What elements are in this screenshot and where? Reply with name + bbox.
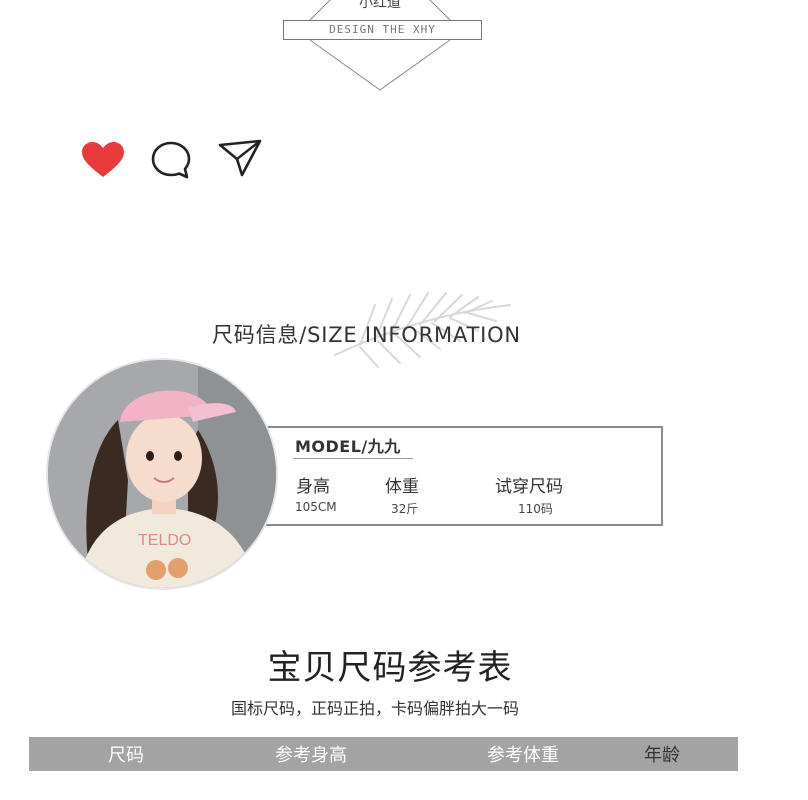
model-label: MODEL/九九 [295, 437, 401, 456]
column-header-height: 参考身高 [275, 745, 347, 766]
brand-tagline: DESIGN THE XHY [283, 20, 482, 40]
spec-weight-label: 体重 [385, 477, 419, 497]
comment-icon[interactable] [150, 140, 192, 180]
spec-height-value: 105CM [295, 500, 337, 514]
column-header-weight: 参考体重 [487, 745, 559, 766]
model-underline [293, 458, 413, 459]
spec-height-label: 身高 [296, 477, 330, 497]
heart-icon[interactable] [80, 141, 126, 179]
brand-name: 小红道 [359, 0, 401, 11]
model-photo: TELDO [46, 358, 278, 590]
column-header-age: 年龄 [644, 745, 680, 766]
svg-text:TELDO: TELDO [138, 532, 191, 549]
spec-size-value: 110码 [518, 502, 553, 516]
size-chart-title: 宝贝尺码参考表 [267, 648, 513, 688]
send-icon[interactable] [216, 137, 264, 179]
column-header-size: 尺码 [108, 745, 144, 766]
brand-diamond-frame [309, 0, 451, 91]
spec-size-label: 试穿尺码 [495, 477, 563, 497]
spec-weight-value: 32斤 [391, 502, 419, 516]
size-info-title: 尺码信息/SIZE INFORMATION [212, 323, 521, 347]
model-illustration: TELDO [48, 360, 276, 588]
size-chart-note: 国标尺码，正码正拍，卡码偏胖拍大一码 [230, 699, 519, 718]
